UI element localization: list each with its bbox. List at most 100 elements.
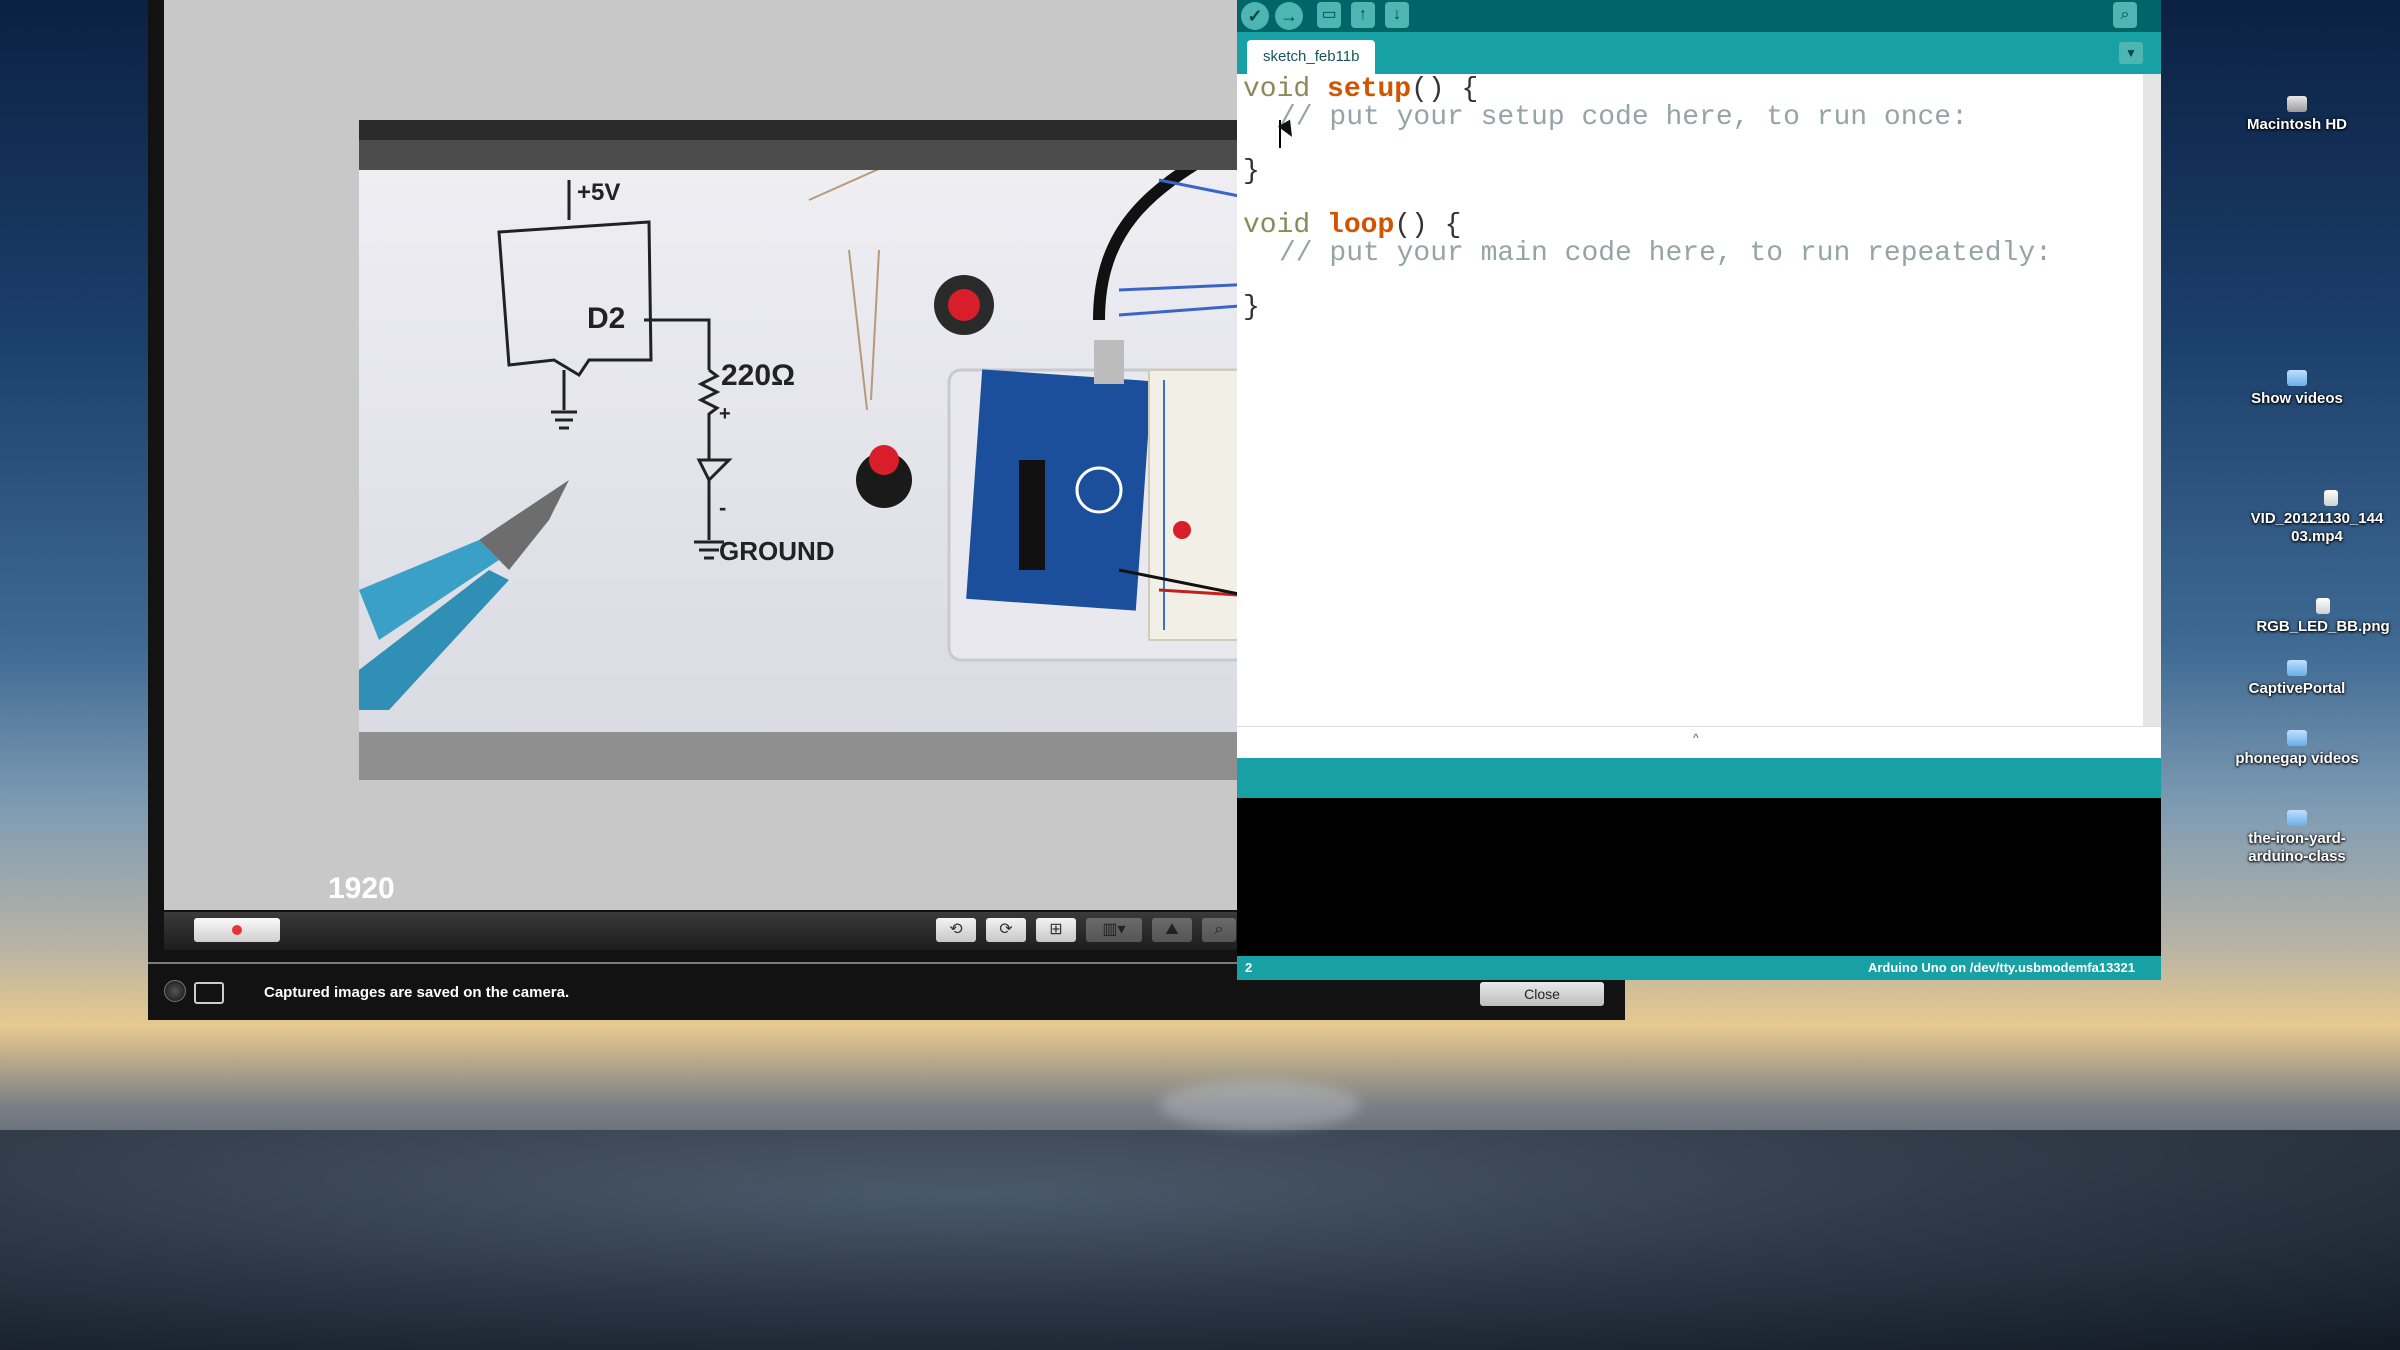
sketch-tab-bar: sketch_feb11b ▼ (1237, 32, 2161, 74)
camera-preview-area: +5V D2 220Ω + - GROUND (164, 0, 1384, 910)
desktop-icon-show-videos[interactable]: Show videos (2232, 370, 2362, 408)
console-output (1237, 798, 2161, 956)
desktop-icon-iron-yard[interactable]: the-iron-yard-arduino-class (2232, 810, 2362, 866)
tab-menu-button[interactable]: ▼ (2119, 42, 2143, 64)
message-area (1237, 758, 2161, 798)
rotate-right-icon: ⟳ (999, 921, 1013, 938)
desktop-icon-phonegap-videos[interactable]: phonegap videos (2222, 730, 2372, 768)
folder-icon (2287, 730, 2307, 746)
logo-1920: 1920 (328, 872, 395, 905)
chevron-down-icon: ▼ (2125, 46, 2137, 60)
upload-button[interactable]: → (1275, 2, 1303, 30)
code-comment: // put your setup code here, to run once… (1279, 102, 1968, 133)
close-button[interactable]: Close (1480, 982, 1604, 1006)
serial-monitor-button[interactable]: ⌕ (2113, 2, 2137, 28)
magnifier-icon: ⌕ (1214, 921, 1224, 938)
camera-lens-icon (164, 980, 186, 1002)
open-icon: ↑ (1359, 6, 1367, 23)
editor-scrollbar[interactable] (2143, 74, 2161, 726)
desktop-icon-png-file[interactable]: RGB_LED_BB.png (2254, 598, 2392, 636)
code-line-6: // put your main code here, to run repea… (1279, 238, 2052, 269)
svg-text:-: - (719, 495, 726, 520)
line-number: 2 (1245, 960, 1253, 975)
code-keyword-void: void (1243, 74, 1311, 105)
status-message: Captured images are saved on the camera. (264, 984, 570, 1001)
rotate-left-icon: ⟲ (949, 921, 963, 938)
folder-icon (2287, 810, 2307, 826)
pushbutton-cap (869, 445, 899, 475)
code-signature-rest: () { (1394, 210, 1462, 241)
camera-live-frame: +5V D2 220Ω + - GROUND (359, 120, 1353, 780)
code-brace: } (1243, 292, 1260, 323)
arduino-status-bar: 2 Arduino Uno on /dev/tty.usbmodemfa1332… (1237, 956, 2161, 980)
wallpaper-cloud (1160, 1080, 1360, 1130)
tab-sketch[interactable]: sketch_feb11b (1247, 40, 1376, 74)
circuit-sketch (497, 180, 733, 560)
layout-dropdown-button[interactable]: ▥▾ (1086, 918, 1142, 942)
new-button[interactable]: ▭ (1317, 2, 1341, 28)
video-file-icon (2324, 490, 2338, 506)
code-line-3: } (1243, 156, 1260, 187)
whiteboard-drawing: +5V D2 220Ω + - GROUND (359, 170, 1350, 710)
usb-cable-image (1093, 170, 1198, 321)
desktop-icon-video-file[interactable]: VID_20121130_144 03.mp4 (2232, 490, 2400, 546)
image-file-icon (2316, 598, 2330, 614)
resistors-image (808, 170, 880, 411)
code-brace: } (1243, 156, 1260, 187)
chevron-up-icon: ^ (1693, 731, 1699, 745)
folder-icon (2287, 660, 2307, 676)
code-function-setup: setup (1327, 74, 1412, 105)
image-view-button[interactable]: ⛰ (1152, 918, 1192, 942)
verify-button[interactable]: ✓ (1241, 2, 1269, 30)
folder-icon (2287, 370, 2307, 386)
code-comment: // put your main code here, to run repea… (1279, 238, 2052, 269)
rotate-right-button[interactable]: ⟳ (986, 918, 1026, 942)
code-function-loop: loop (1327, 210, 1395, 241)
code-editor[interactable]: void setup() { // put your setup code he… (1237, 74, 2143, 726)
board-port-info: Arduino Uno on /dev/tty.usbmodemfa13321 (1867, 960, 2135, 975)
desktop-icon-label: Macintosh HD (2246, 116, 2347, 133)
desktop-icon-captiveportal[interactable]: CaptivePortal (2232, 660, 2362, 698)
svg-text:GROUND: GROUND (719, 536, 835, 566)
code-line-7: } (1243, 292, 1260, 323)
desktop-icon-label: the-iron-yard-arduino-class (2248, 830, 2346, 865)
arduino-ide-window: ✓ → ▭ ↑ ↓ ⌕ sketch_feb11b ▼ void setup()… (1237, 0, 2161, 980)
rotate-left-button[interactable]: ⟲ (936, 918, 976, 942)
arduino-toolbar: ✓ → ▭ ↑ ↓ ⌕ (1237, 0, 2161, 32)
grid-icon: ⊞ (1049, 921, 1063, 938)
svg-text:+5V: +5V (577, 179, 620, 206)
whiteboard-scene: +5V D2 220Ω + - GROUND (359, 170, 1353, 732)
zoom-button[interactable]: ⌕ (1202, 918, 1236, 942)
desktop-icon-macintosh-hd[interactable]: Macintosh HD (2232, 96, 2362, 134)
potentiometer-knob (948, 289, 980, 321)
frame-bottom-bar (359, 732, 1353, 780)
pliers-image (359, 480, 569, 710)
desktop-icon-label: RGB_LED_BB.png (2256, 618, 2390, 635)
new-icon: ▭ (1321, 6, 1337, 23)
code-line-1: void setup() { (1243, 74, 1478, 105)
verify-icon: ✓ (1247, 6, 1263, 26)
desktop-icon-label: phonegap videos (2235, 750, 2359, 767)
svg-text:220Ω: 220Ω (721, 359, 795, 392)
layout-icon: ▥▾ (1102, 921, 1126, 938)
serial-monitor-icon: ⌕ (2120, 6, 2130, 23)
svg-text:+: + (719, 403, 731, 425)
open-button[interactable]: ↑ (1351, 2, 1375, 28)
record-button[interactable] (194, 918, 280, 942)
camera-toolbar: ⟲ ⟳ ⊞ ▥▾ ⛰ ⌕ (164, 912, 1384, 950)
frame-top-bar (359, 120, 1353, 140)
svg-text:D2: D2 (587, 302, 625, 335)
save-button[interactable]: ↓ (1385, 2, 1409, 28)
code-keyword-void: void (1243, 210, 1311, 241)
code-signature-rest: () { (1411, 74, 1479, 105)
save-icon: ↓ (1393, 6, 1401, 23)
grid-button[interactable]: ⊞ (1036, 918, 1076, 942)
camera-capture-icon (194, 982, 224, 1004)
mountain-icon: ⛰ (1165, 921, 1179, 938)
hard-drive-icon (2287, 96, 2307, 112)
upload-icon: → (1280, 6, 1298, 26)
desktop-wallpaper-sea (0, 1130, 2400, 1350)
circuit-labels: +5V D2 220Ω + - GROUND (577, 179, 835, 566)
code-line-5: void loop() { (1243, 210, 1461, 241)
editor-console-divider[interactable]: ^ (1237, 726, 2161, 759)
